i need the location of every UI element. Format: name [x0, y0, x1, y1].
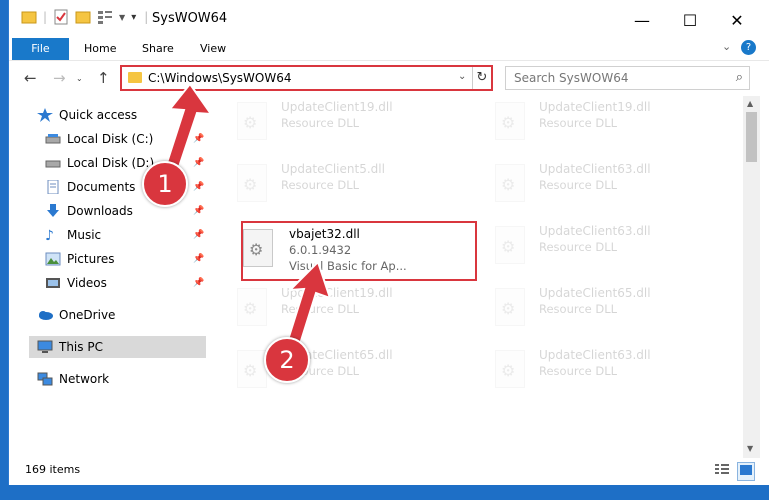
annotation-arrow-2	[286, 260, 332, 346]
step-2-badge: 2	[264, 337, 310, 383]
step-1-badge: 1	[142, 161, 188, 207]
annotation-arrows	[162, 82, 332, 346]
